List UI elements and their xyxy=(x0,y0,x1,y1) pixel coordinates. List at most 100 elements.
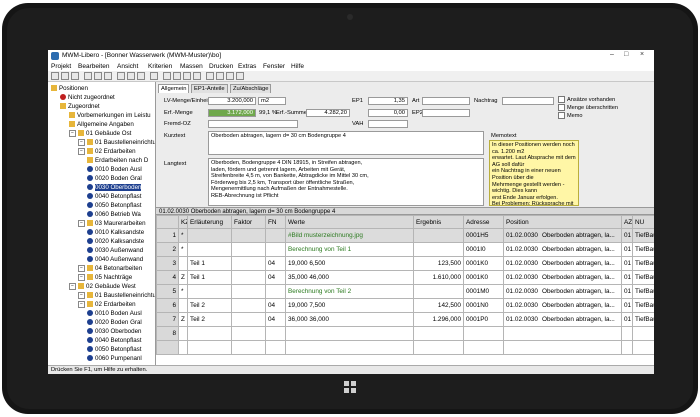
quantity-grid[interactable]: KZ Erläuterung Faktor FN Werte Ergebnis … xyxy=(156,215,654,365)
menu-hilfe[interactable]: Hilfe xyxy=(291,63,304,70)
tree-item[interactable]: 0010 Boden Ausl xyxy=(87,309,142,318)
tree-item[interactable]: 0030 Oberboden xyxy=(87,183,142,192)
cell-ergebnis[interactable]: 123,500 xyxy=(413,256,464,271)
cell-werte[interactable]: 19,000 7,500 xyxy=(285,298,414,313)
cell-fn[interactable] xyxy=(265,340,286,355)
cell-kz[interactable]: * xyxy=(178,284,188,299)
lv-menge-field[interactable]: 3.200,000 xyxy=(208,97,256,105)
cell-kz[interactable] xyxy=(178,256,188,271)
tree-item[interactable]: 0060 Pumpenanl xyxy=(87,354,142,363)
cell-erlaeuterung[interactable] xyxy=(187,242,232,257)
cell-position[interactable]: 01.02.0030 Oberboden abtragen, la... xyxy=(503,256,622,271)
cell-faktor[interactable] xyxy=(231,298,266,313)
cell-faktor[interactable] xyxy=(231,242,266,257)
cell-faktor[interactable] xyxy=(231,228,266,243)
cell-az[interactable]: 01 xyxy=(621,242,633,257)
cell-faktor[interactable] xyxy=(231,340,266,355)
cell-nu[interactable]: TiefBau xyxy=(632,312,654,327)
cell-kz[interactable]: Z xyxy=(178,270,188,285)
info-icon[interactable] xyxy=(236,72,244,80)
cell-az[interactable]: 01 xyxy=(621,298,633,313)
table-row[interactable]: 5 * Berechnung von Teil 2 0001M0 01.02.0030 O… xyxy=(156,284,654,299)
tree-item[interactable]: 0010 Boden Ausl xyxy=(87,165,142,174)
menu-kriterien[interactable]: Kriterien xyxy=(148,63,172,70)
table-row[interactable]: 7 Z Teil 2 04 36,000 36,000 1.296,000 0001P0 01… xyxy=(156,312,654,327)
cell-ergebnis[interactable] xyxy=(413,228,464,243)
erf-menge-field[interactable]: 3.172,000 xyxy=(208,109,256,117)
copy-icon[interactable] xyxy=(94,72,102,80)
new-icon[interactable] xyxy=(51,72,59,80)
cell-nu[interactable]: TiefBau xyxy=(632,256,654,271)
col-az[interactable]: AZ xyxy=(621,215,633,229)
unit-select[interactable]: m2 xyxy=(258,97,286,105)
erf-summe-field[interactable]: 4.282,20 xyxy=(306,109,350,117)
cell-nu[interactable]: TiefBau xyxy=(632,270,654,285)
cell-ergebnis[interactable]: 1.296,000 xyxy=(413,312,464,327)
cell-adresse[interactable]: 0001M0 xyxy=(463,284,504,299)
cell-kz[interactable]: * xyxy=(178,242,188,257)
tree-item[interactable]: 0040 Außenwand xyxy=(87,255,143,264)
cell-ergebnis[interactable] xyxy=(413,340,464,355)
cell-ergebnis[interactable] xyxy=(413,242,464,257)
cell-faktor[interactable] xyxy=(231,312,266,327)
cut-icon[interactable] xyxy=(84,72,92,80)
menu-massen[interactable]: Massen xyxy=(180,63,203,70)
ep2-field[interactable]: 0,00 xyxy=(368,109,408,117)
cell-adresse[interactable]: 0001K0 xyxy=(463,256,504,271)
table-row[interactable]: 6 Teil 2 04 19,000 7,500 142,500 0001N0 01.02.… xyxy=(156,298,654,313)
calculator-icon[interactable] xyxy=(183,72,191,80)
help-icon[interactable] xyxy=(150,72,158,80)
checkbox-menge-ueberschritten[interactable]: Menge überschritten xyxy=(558,104,618,111)
tree-item[interactable]: Positionen xyxy=(51,84,88,93)
cell-adresse[interactable]: 0001I0 xyxy=(463,242,504,257)
table-row[interactable]: 8 xyxy=(156,326,654,341)
tree-item[interactable]: 0050 Betonpflast xyxy=(87,201,141,210)
cell-fn[interactable] xyxy=(265,326,286,341)
col-erlaeuterung[interactable]: Erläuterung xyxy=(187,215,232,229)
langtext-field[interactable]: Oberboden, Bodengruppe 4 DIN 18915, in S… xyxy=(208,158,484,206)
col-fn[interactable]: FN xyxy=(265,215,286,229)
redo-icon[interactable] xyxy=(137,72,145,80)
ep2-select[interactable] xyxy=(422,109,470,117)
sort-icon[interactable] xyxy=(163,72,171,80)
cell-fn[interactable]: 04 xyxy=(265,298,286,313)
cell-nu[interactable]: TiefBau xyxy=(632,298,654,313)
tree-item[interactable]: 0040 Betonpflast xyxy=(87,192,141,201)
menu-bearbeiten[interactable]: Bearbeiten xyxy=(78,63,109,70)
tree-item[interactable]: − 02 Gebäude West xyxy=(69,282,136,291)
fremd-oz-field[interactable] xyxy=(208,120,298,128)
cell-position[interactable]: 01.02.0030 Oberboden abtragen, la... xyxy=(503,228,622,243)
cell-position[interactable] xyxy=(503,340,622,355)
cell-werte[interactable]: 19,000 6,500 xyxy=(285,256,414,271)
table-row[interactable]: 3 Teil 1 04 19,000 6,500 123,500 0001K0 01.02.… xyxy=(156,256,654,271)
cell-erlaeuterung[interactable] xyxy=(187,228,232,243)
cell-faktor[interactable] xyxy=(231,326,266,341)
cell-az[interactable]: 01 xyxy=(621,228,633,243)
cell-position[interactable]: 01.02.0030 Oberboden abtragen, la... xyxy=(503,298,622,313)
table-row[interactable]: 2 * Berechnung von Teil 1 0001I0 01.02.0030 O… xyxy=(156,242,654,257)
cell-faktor[interactable] xyxy=(231,256,266,271)
tree-item[interactable]: 0020 Boden Gral xyxy=(87,318,142,327)
cell-position[interactable]: 01.02.0030 Oberboden abtragen, la... xyxy=(503,284,622,299)
cell-faktor[interactable] xyxy=(231,270,266,285)
table-row[interactable]: 4 Z Teil 1 04 35,000 46,000 1.610,000 0001K0 01… xyxy=(156,270,654,285)
expand-icon[interactable]: − xyxy=(78,219,85,227)
tree-item[interactable]: − 01 Gebäude Ost xyxy=(69,129,131,138)
tree-item[interactable]: − 04 Betonarbeiten xyxy=(78,264,142,273)
cell-faktor[interactable] xyxy=(231,284,266,299)
cell-werte[interactable]: Berechnung von Teil 2 xyxy=(285,284,414,299)
col-adresse[interactable]: Adresse xyxy=(463,215,504,229)
checkbox-ansaetze[interactable]: Ansätze vorhanden xyxy=(558,96,615,103)
tree-item[interactable]: Zugeordnet xyxy=(60,102,100,111)
position-tree[interactable]: Positionen Nicht zugeordnet Zugeordnet Vorb… xyxy=(48,82,156,365)
cell-werte[interactable]: 35,000 46,000 xyxy=(285,270,414,285)
windows-button-icon[interactable] xyxy=(344,381,356,393)
cell-erlaeuterung[interactable] xyxy=(187,284,232,299)
cell-nu[interactable]: TiefBau xyxy=(632,284,654,299)
paste-icon[interactable] xyxy=(104,72,112,80)
col-position[interactable]: Position xyxy=(503,215,622,229)
menu-fenster[interactable]: Fenster xyxy=(263,63,285,70)
cell-erlaeuterung[interactable] xyxy=(187,340,232,355)
cell-fn[interactable]: 04 xyxy=(265,312,286,327)
cell-fn[interactable] xyxy=(265,228,286,243)
